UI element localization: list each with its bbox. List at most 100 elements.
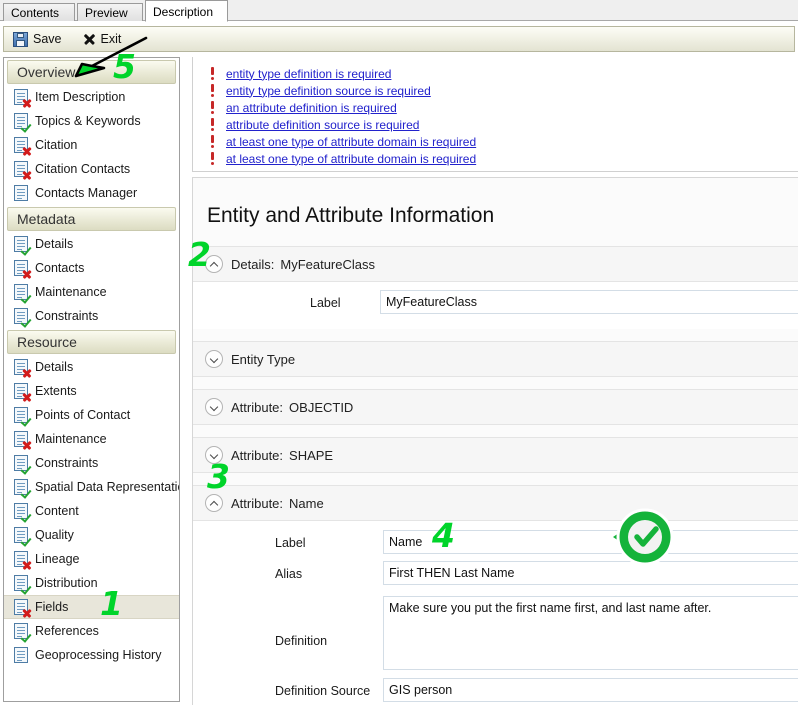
- document-icon: [14, 431, 28, 447]
- sidebar-section-header: Resource: [7, 330, 176, 354]
- error-badge-icon: [22, 368, 31, 377]
- sidebar-item-extents[interactable]: Extents: [4, 379, 179, 403]
- validation-error-link[interactable]: entity type definition source is require…: [226, 84, 431, 98]
- document-icon: [14, 89, 28, 105]
- sidebar-item-label: Citation Contacts: [35, 162, 131, 176]
- collapsed-section: Entity Type: [193, 341, 798, 377]
- valid-check-badge-icon: [22, 293, 31, 302]
- validation-error-row: entity type definition source is require…: [208, 82, 798, 99]
- document-icon: [14, 161, 28, 177]
- sidebar-item-details[interactable]: Details: [4, 232, 179, 256]
- sidebar-item-label: Spatial Data Representation: [35, 480, 180, 494]
- entity-attribute-panel: Entity and Attribute Information Details…: [192, 177, 798, 705]
- exit-button[interactable]: Exit: [80, 29, 128, 49]
- chevron-up-icon[interactable]: [205, 255, 223, 273]
- validation-error-link[interactable]: entity type definition is required: [226, 67, 391, 81]
- sidebar-item-quality[interactable]: Quality: [4, 523, 179, 547]
- sidebar-item-constraints[interactable]: Constraints: [4, 304, 179, 328]
- collapsed-section-header[interactable]: Attribute: SHAPE: [193, 438, 798, 472]
- sidebar-item-citation[interactable]: Citation: [4, 133, 179, 157]
- error-badge-icon: [22, 440, 31, 449]
- attribute-field-label: Label: [275, 536, 306, 550]
- collapsed-section-header[interactable]: Attribute: OBJECTID: [193, 390, 798, 424]
- document-icon: [14, 284, 28, 300]
- document-icon: [14, 185, 28, 201]
- tab-description-label: Description: [153, 5, 214, 19]
- attribute-field-input[interactable]: GIS person: [383, 678, 798, 702]
- validation-error-link[interactable]: at least one type of attribute domain is…: [226, 135, 476, 149]
- tab-contents[interactable]: Contents: [3, 3, 75, 21]
- collapsed-section-header[interactable]: Entity Type: [193, 342, 798, 376]
- warning-exclamation-icon: [208, 118, 218, 131]
- attribute-name-header[interactable]: Attribute: Name: [193, 486, 798, 520]
- sidebar-item-spatial-data-representation[interactable]: Spatial Data Representation: [4, 475, 179, 499]
- sidebar-item-item-description[interactable]: Item Description: [4, 85, 179, 109]
- sidebar-section-header: Metadata: [7, 207, 176, 231]
- tab-preview[interactable]: Preview: [77, 3, 143, 21]
- sidebar-item-geoprocessing-history[interactable]: Geoprocessing History: [4, 643, 179, 667]
- collapsed-section-prefix: Entity Type: [231, 351, 296, 367]
- details-label-input[interactable]: MyFeatureClass: [380, 290, 798, 314]
- collapsed-section-title: Entity Type: [231, 352, 301, 367]
- error-badge-icon: [22, 392, 31, 401]
- sidebar-item-distribution[interactable]: Distribution: [4, 571, 179, 595]
- warning-exclamation-icon: [208, 101, 218, 114]
- exit-button-label: Exit: [100, 32, 122, 46]
- sidebar-item-label: Points of Contact: [35, 408, 131, 422]
- document-icon: [14, 113, 28, 129]
- collapsed-section-title: Attribute: OBJECTID: [231, 400, 353, 415]
- sidebar-item-label: Maintenance: [35, 285, 107, 299]
- sidebar-item-content[interactable]: Content: [4, 499, 179, 523]
- sidebar-item-topics-keywords[interactable]: Topics & Keywords: [4, 109, 179, 133]
- chevron-down-icon[interactable]: [205, 398, 223, 416]
- sidebar-item-label: Topics & Keywords: [35, 114, 141, 128]
- warning-exclamation-icon: [208, 67, 218, 80]
- document-icon: [14, 236, 28, 252]
- sidebar-item-label: Details: [35, 237, 74, 251]
- details-section-header[interactable]: Details: MyFeatureClass: [193, 247, 798, 281]
- sidebar-item-contacts-manager[interactable]: Contacts Manager: [4, 181, 179, 205]
- metadata-navigation-sidebar[interactable]: Overview Item Description Topics & Keyword…: [3, 57, 180, 702]
- sidebar-item-references[interactable]: References: [4, 619, 179, 643]
- sidebar-item-maintenance[interactable]: Maintenance: [4, 280, 179, 304]
- attribute-field-input[interactable]: Name: [383, 530, 798, 554]
- attribute-field-input[interactable]: Make sure you put the first name first, …: [383, 596, 798, 670]
- error-badge-icon: [22, 269, 31, 278]
- attribute-field-label: Alias: [275, 567, 303, 581]
- chevron-down-icon[interactable]: [205, 446, 223, 464]
- tab-description[interactable]: Description: [145, 0, 228, 22]
- validation-error-link[interactable]: at least one type of attribute domain is…: [226, 152, 476, 166]
- sidebar-section-header: Overview: [7, 60, 176, 84]
- error-badge-icon: [22, 170, 31, 179]
- sidebar-item-fields[interactable]: Fields: [4, 595, 179, 619]
- sidebar-item-maintenance[interactable]: Maintenance: [4, 427, 179, 451]
- error-badge-icon: [22, 98, 31, 107]
- chevron-down-icon[interactable]: [205, 350, 223, 368]
- sidebar-item-label: Lineage: [35, 552, 80, 566]
- document-icon: [14, 527, 28, 543]
- sidebar-item-details[interactable]: Details: [4, 355, 179, 379]
- attribute-field-label: Definition: [275, 634, 328, 648]
- attribute-name-prefix: Attribute:: [231, 495, 284, 511]
- sidebar-item-constraints[interactable]: Constraints: [4, 451, 179, 475]
- attribute-field-input[interactable]: First THEN Last Name: [383, 561, 798, 585]
- sidebar-item-lineage[interactable]: Lineage: [4, 547, 179, 571]
- attribute-field-row: Definition Make sure you put the first na…: [193, 596, 798, 670]
- save-button[interactable]: Save: [11, 29, 68, 49]
- sidebar-item-label: Extents: [35, 384, 77, 398]
- chevron-up-icon[interactable]: [205, 494, 223, 512]
- sidebar-item-label: Maintenance: [35, 432, 107, 446]
- floppy-disk-icon: [13, 31, 28, 47]
- document-icon: [14, 308, 28, 324]
- validation-error-link[interactable]: an attribute definition is required: [226, 101, 397, 115]
- document-icon: [14, 623, 28, 639]
- collapsed-section: Attribute: SHAPE: [193, 437, 798, 473]
- sidebar-item-citation-contacts[interactable]: Citation Contacts: [4, 157, 179, 181]
- validation-error-link[interactable]: attribute definition source is required: [226, 118, 419, 132]
- sidebar-item-points-of-contact[interactable]: Points of Contact: [4, 403, 179, 427]
- document-icon: [14, 260, 28, 276]
- collapsed-section: Attribute: OBJECTID: [193, 389, 798, 425]
- sidebar-item-contacts[interactable]: Contacts: [4, 256, 179, 280]
